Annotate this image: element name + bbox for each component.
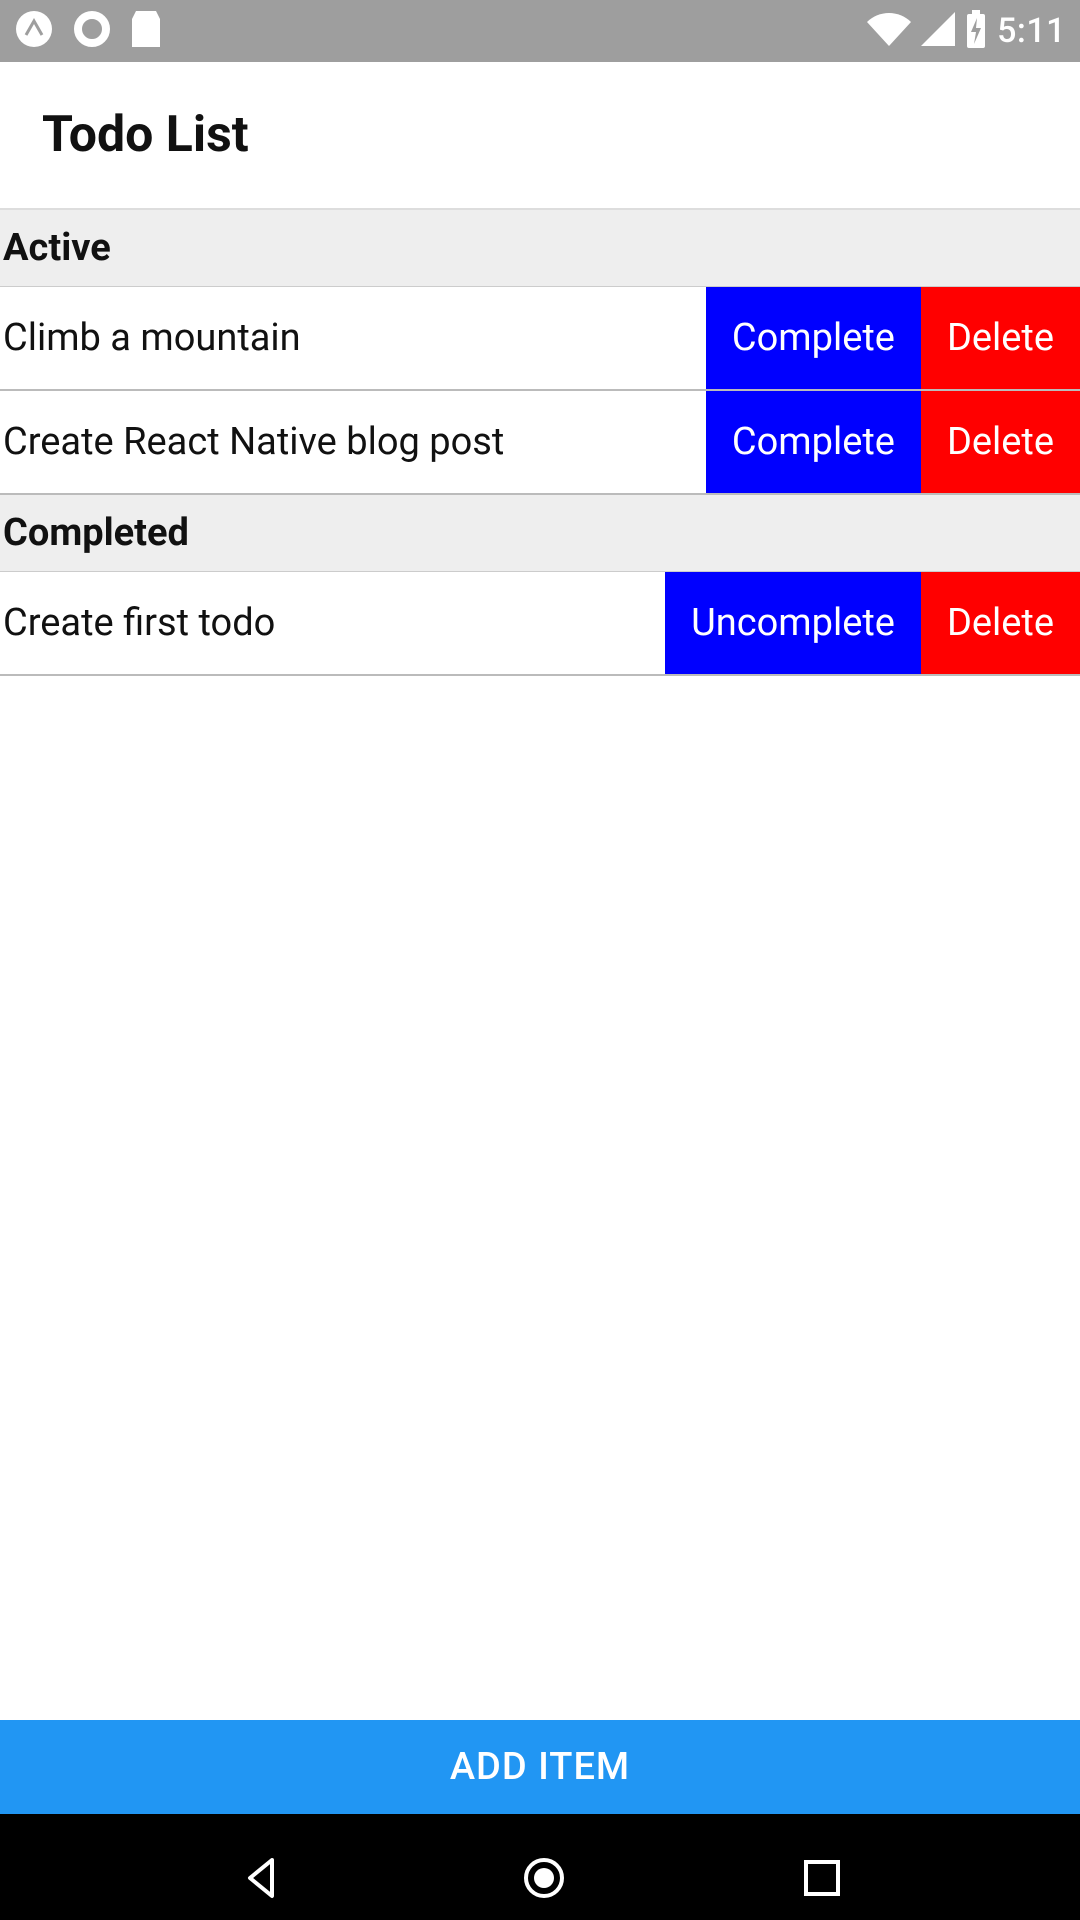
- todo-text: Climb a mountain: [0, 287, 706, 389]
- android-nav-bar: [0, 1814, 1080, 1920]
- sd-card-icon: [130, 9, 162, 53]
- nav-recent-icon[interactable]: [802, 1858, 842, 1902]
- uncomplete-button[interactable]: Uncomplete: [665, 572, 921, 674]
- circle-icon: [72, 9, 112, 53]
- delete-button[interactable]: Delete: [921, 391, 1080, 493]
- complete-button[interactable]: Complete: [706, 391, 921, 493]
- app-header: Todo List: [0, 62, 1080, 210]
- add-item-button[interactable]: ADD ITEM: [0, 1720, 1080, 1814]
- todo-row: Create React Native blog post Complete D…: [0, 391, 1080, 495]
- delete-button[interactable]: Delete: [921, 572, 1080, 674]
- todo-row: Climb a mountain Complete Delete: [0, 287, 1080, 391]
- status-bar-right: 5:11: [867, 10, 1066, 52]
- android-status-bar: 5:11: [0, 0, 1080, 62]
- section-header-completed: Completed: [0, 495, 1080, 572]
- app-screen: Todo List Active Climb a mountain Comple…: [0, 62, 1080, 1814]
- empty-space: [0, 676, 1080, 1814]
- battery-charging-icon: [965, 10, 987, 52]
- cell-signal-icon: [921, 12, 955, 50]
- todo-text: Create first todo: [0, 572, 665, 674]
- nav-home-icon[interactable]: [522, 1856, 566, 1904]
- section-header-active: Active: [0, 210, 1080, 287]
- nav-back-icon[interactable]: [238, 1854, 286, 1906]
- page-title: Todo List: [42, 106, 249, 164]
- wifi-icon: [867, 12, 911, 50]
- complete-button[interactable]: Complete: [706, 287, 921, 389]
- status-bar-clock: 5:11: [997, 11, 1066, 51]
- delete-button[interactable]: Delete: [921, 287, 1080, 389]
- todo-text: Create React Native blog post: [0, 391, 706, 493]
- status-bar-left: [14, 9, 162, 53]
- app-badge-icon: [14, 9, 54, 53]
- todo-row: Create first todo Uncomplete Delete: [0, 572, 1080, 676]
